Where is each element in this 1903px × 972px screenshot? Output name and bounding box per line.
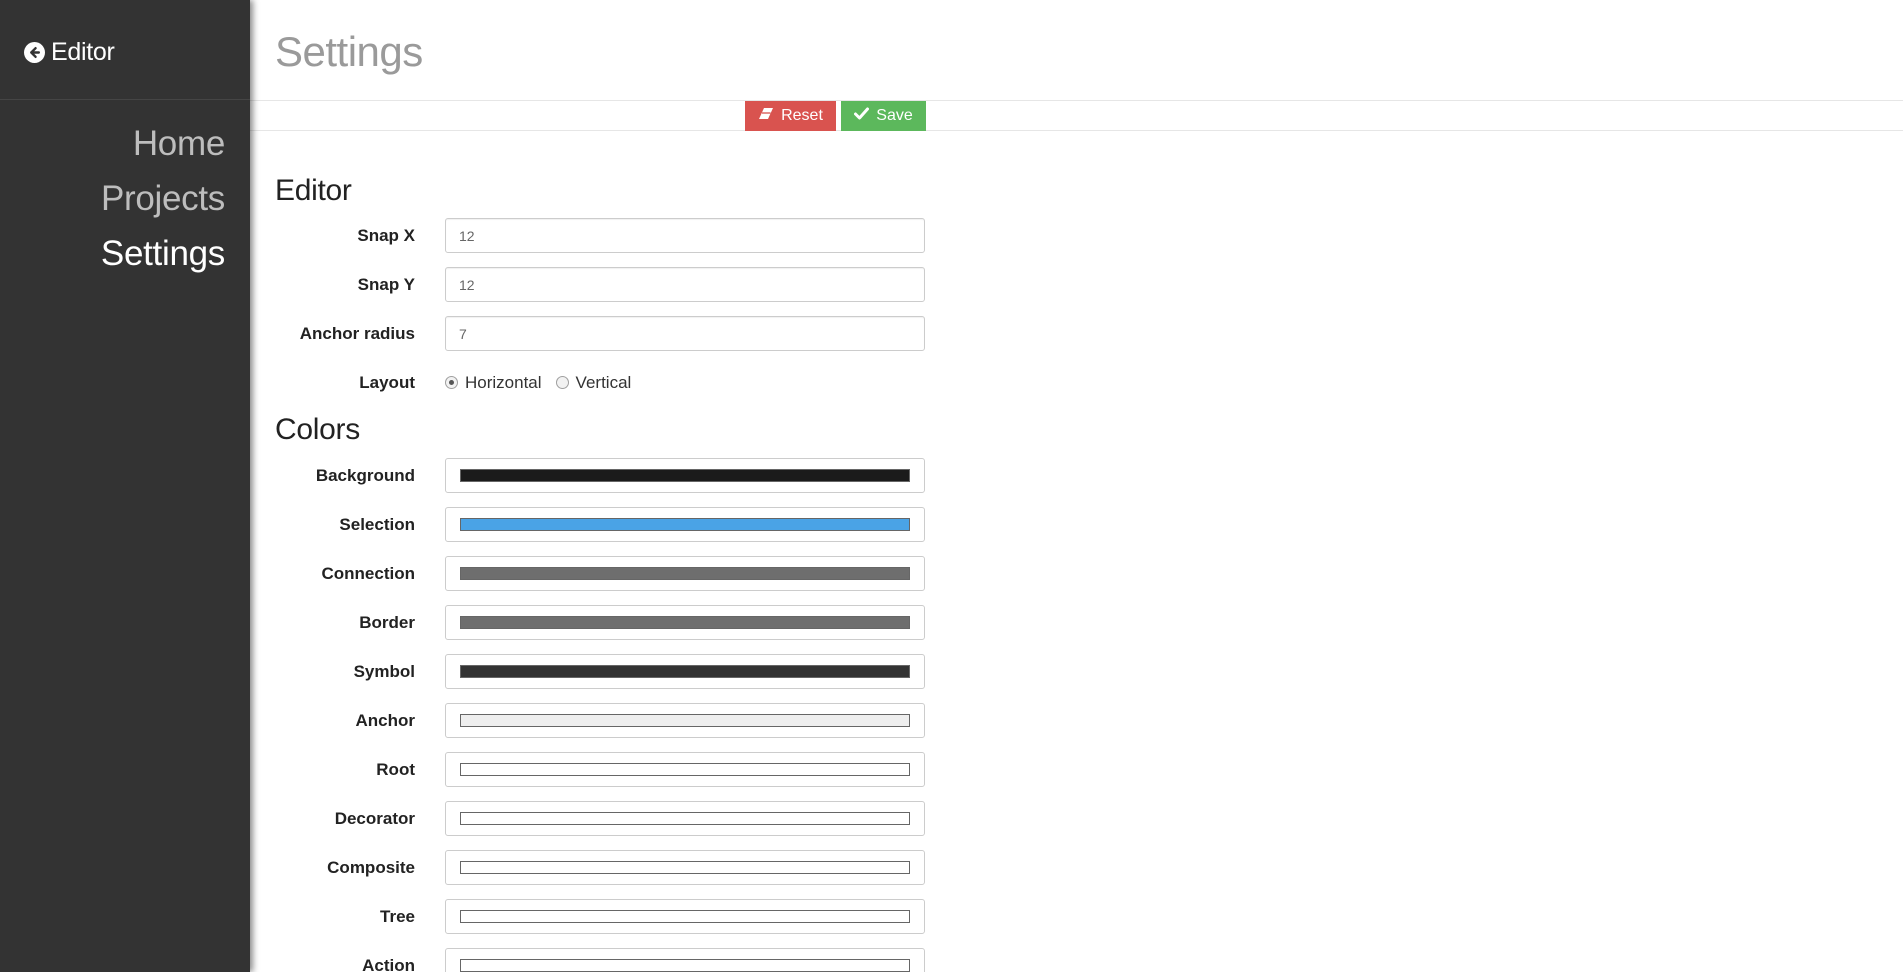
color-swatch xyxy=(460,518,910,531)
radio-horizontal-label: Horizontal xyxy=(465,372,542,392)
check-icon xyxy=(854,107,870,125)
anchor-radius-label: Anchor radius xyxy=(299,323,415,343)
color-label: Border xyxy=(359,612,415,632)
layout-radio-group: Horizontal Vertical xyxy=(445,365,631,400)
editor-section-title: Editor xyxy=(275,174,352,207)
color-label: Tree xyxy=(380,906,415,926)
color-row-action: Action xyxy=(250,948,930,972)
color-label: Anchor xyxy=(355,710,416,730)
color-picker-anchor[interactable] xyxy=(445,703,925,738)
colors-section-title: Colors xyxy=(275,413,360,446)
back-link-label: Editor xyxy=(51,38,115,66)
radio-vertical-label: Vertical xyxy=(575,372,632,392)
page-title: Settings xyxy=(275,28,423,75)
snap-x-input[interactable] xyxy=(445,218,925,253)
layout-option-vertical[interactable]: Vertical xyxy=(555,372,632,393)
color-row-tree: Tree xyxy=(250,899,930,934)
snap-x-row: Snap X xyxy=(250,218,930,253)
reset-button[interactable]: Reset xyxy=(745,101,836,131)
arrow-left-circle-icon xyxy=(24,42,45,63)
sidebar-divider xyxy=(0,99,250,100)
color-picker-selection[interactable] xyxy=(445,507,925,542)
color-label: Root xyxy=(376,759,415,779)
color-label: Background xyxy=(315,465,415,485)
reset-label: Reset xyxy=(781,107,823,124)
color-picker-background[interactable] xyxy=(445,458,925,493)
color-row-symbol: Symbol xyxy=(250,654,930,689)
color-row-border: Border xyxy=(250,605,930,640)
color-picker-composite[interactable] xyxy=(445,850,925,885)
color-row-connection: Connection xyxy=(250,556,930,591)
color-picker-tree[interactable] xyxy=(445,899,925,934)
anchor-radius-input[interactable] xyxy=(445,316,925,351)
color-row-decorator: Decorator xyxy=(250,801,930,836)
color-picker-action[interactable] xyxy=(445,948,925,972)
nav-item-projects[interactable]: Projects xyxy=(101,171,225,226)
color-row-composite: Composite xyxy=(250,850,930,885)
color-swatch xyxy=(460,812,910,825)
color-picker-border[interactable] xyxy=(445,605,925,640)
eraser-icon xyxy=(758,107,774,125)
color-picker-connection[interactable] xyxy=(445,556,925,591)
color-label: Action xyxy=(362,955,415,972)
save-label: Save xyxy=(876,107,913,124)
color-swatch xyxy=(460,567,910,580)
color-row-anchor: Anchor xyxy=(250,703,930,738)
color-swatch xyxy=(460,861,910,874)
color-swatch xyxy=(460,763,910,776)
radio-vertical[interactable] xyxy=(555,376,569,389)
snap-y-row: Snap Y xyxy=(250,267,930,302)
app: Editor Home Projects Settings Settings R… xyxy=(0,0,1903,972)
color-swatch xyxy=(460,469,910,482)
layout-row: Layout Horizontal Vertical xyxy=(250,365,930,400)
radio-horizontal[interactable] xyxy=(445,376,458,389)
anchor-radius-row: Anchor radius xyxy=(250,316,930,351)
toolbar: Reset Save xyxy=(250,100,1903,131)
nav-item-home[interactable]: Home xyxy=(101,116,225,171)
main-content: Settings Reset Save Editor Snap X 12 Sna… xyxy=(250,0,1903,972)
color-picker-root[interactable] xyxy=(445,752,925,787)
snap-x-label: Snap X xyxy=(357,225,415,245)
sidebar-nav: Home Projects Settings xyxy=(101,116,225,281)
color-label: Connection xyxy=(321,563,416,583)
color-row-background: Background xyxy=(250,458,930,493)
color-label: Composite xyxy=(327,857,415,877)
color-swatch xyxy=(460,714,910,727)
color-swatch xyxy=(460,616,910,629)
nav-item-settings[interactable]: Settings xyxy=(101,226,225,281)
color-row-selection: Selection xyxy=(250,507,930,542)
sidebar: Editor Home Projects Settings xyxy=(0,0,250,972)
layout-label: Layout xyxy=(359,372,415,392)
color-swatch xyxy=(460,665,910,678)
color-label: Selection xyxy=(339,514,415,534)
snap-y-label: Snap Y xyxy=(357,274,415,294)
color-swatch xyxy=(460,959,910,972)
color-label: Decorator xyxy=(334,808,415,828)
color-row-root: Root xyxy=(250,752,930,787)
back-to-editor-link[interactable]: Editor xyxy=(24,38,115,67)
snap-y-input[interactable] xyxy=(445,267,925,302)
color-picker-decorator[interactable] xyxy=(445,801,925,836)
color-picker-symbol[interactable] xyxy=(445,654,925,689)
color-swatch xyxy=(460,910,910,923)
layout-option-horizontal[interactable]: Horizontal xyxy=(445,373,542,393)
color-label: Symbol xyxy=(353,661,415,681)
save-button[interactable]: Save xyxy=(841,101,926,131)
